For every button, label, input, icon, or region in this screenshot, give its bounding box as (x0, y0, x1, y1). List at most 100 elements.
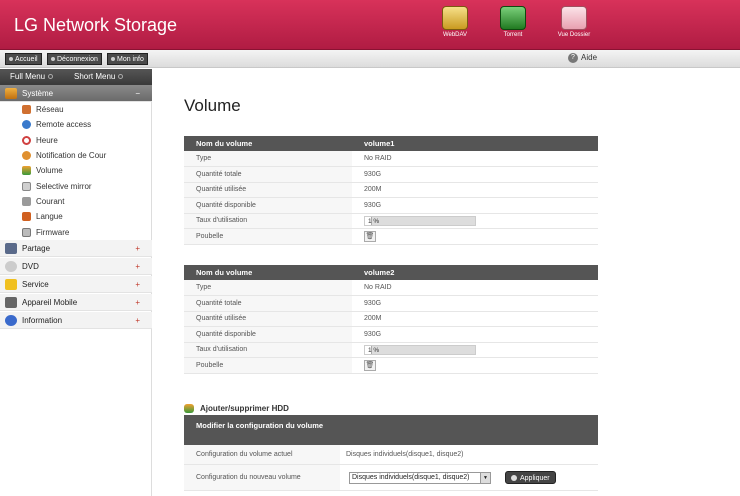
row-value: 200M (352, 182, 598, 198)
sidebar-category-label: Service (22, 280, 49, 289)
radio-icon (48, 74, 54, 80)
volume-name: volume2 (352, 265, 598, 280)
sidebar-item-heure[interactable]: Heure (20, 133, 58, 148)
config-header: Modifier la configuration du volume (184, 415, 598, 445)
chevron-down-icon: ▼ (480, 473, 490, 483)
volume-table-2: Nom du volume volume2 Type No RAID Quantit… (184, 265, 598, 374)
globe-icon (22, 120, 31, 129)
sidebar-category-systeme[interactable]: Système − (0, 85, 152, 102)
app-header: LG Network Storage WebDAV Torrent Vue Do… (0, 0, 740, 50)
sidebar-category-label: Appareil Mobile (22, 298, 78, 307)
webdav-shortcut[interactable]: WebDAV (430, 6, 480, 38)
row-value: No RAID (352, 280, 598, 296)
volume-icon (184, 404, 194, 414)
tab-full-menu-label: Full Menu (10, 72, 46, 81)
language-icon (22, 212, 31, 221)
help-label: Aide (581, 53, 598, 63)
expand-icon: + (135, 316, 140, 325)
column-header: Nom du volume (184, 136, 352, 151)
sidebar-item-langue[interactable]: Langue (20, 209, 63, 224)
bullet-icon (9, 57, 13, 62)
usage-label: Taux d'utilisation (184, 213, 352, 229)
menu-tabs: Full Menu Short Menu (0, 69, 152, 85)
sidebar-category-dvd[interactable]: DVD + (0, 258, 152, 275)
sidebar-category-service[interactable]: Service + (0, 276, 152, 293)
help-link[interactable]: ? Aide (568, 53, 597, 63)
home-button[interactable]: Accueil (5, 53, 42, 65)
row-value: 930G (352, 326, 598, 343)
trash-icon[interactable]: 🗑 (364, 359, 376, 371)
webdav-label: WebDAV (442, 32, 468, 38)
star-icon (5, 279, 17, 290)
trash-cell: 🗑 (352, 357, 598, 374)
expand-icon: + (135, 244, 140, 253)
expand-icon: + (135, 262, 140, 271)
sidebar-item-reseau[interactable]: Réseau (20, 102, 64, 117)
row-value: No RAID (352, 151, 598, 167)
new-config-label: Configuration du nouveau volume (184, 465, 340, 490)
firmware-icon (22, 228, 31, 237)
sidebar-item-volume[interactable]: Volume (20, 163, 63, 178)
help-icon: ? (568, 53, 578, 63)
sidebar-item-courant[interactable]: Courant (20, 194, 64, 209)
bullet-icon (511, 475, 517, 482)
sidebar-item-selective-mirror[interactable]: Selective mirror (20, 179, 92, 194)
trash-label: Poubelle (184, 228, 352, 245)
new-config-select[interactable]: Disques individuels(disque1, disque2) ▼ (349, 472, 491, 484)
sidebar-category-partage[interactable]: Partage + (0, 240, 152, 257)
sidebar-category-information[interactable]: Information + (0, 312, 152, 329)
apply-button[interactable]: Appliquer (505, 471, 556, 484)
usage-progress-bar: 1 % (364, 344, 476, 355)
clock-icon (22, 136, 31, 145)
row-label: Quantité disponible (184, 197, 352, 214)
my-info-label: Mon info (117, 56, 144, 63)
sidebar-category-label: Information (22, 316, 63, 325)
disc-icon (5, 261, 17, 272)
torrent-shortcut[interactable]: Torrent (488, 6, 538, 38)
page-title: Volume (184, 96, 241, 115)
system-icon (5, 88, 17, 99)
trash-icon[interactable]: 🗑 (364, 230, 376, 242)
usage-text: 1 % (368, 346, 380, 354)
logout-button[interactable]: Déconnexion (47, 53, 102, 65)
trash-label: Poubelle (184, 357, 352, 374)
tab-full-menu[interactable]: Full Menu (10, 72, 54, 81)
sidebar-item-label: Réseau (36, 105, 64, 114)
column-header: Nom du volume (184, 265, 352, 280)
torrent-label: Torrent (503, 32, 523, 38)
my-info-button[interactable]: Mon info (107, 53, 148, 65)
tab-short-menu[interactable]: Short Menu (74, 72, 124, 81)
sidebar-item-label: Langue (36, 212, 63, 221)
row-label: Quantité totale (184, 166, 352, 183)
row-value: 200M (352, 311, 598, 327)
folder-view-shortcut[interactable]: Vue Dossier (549, 6, 599, 38)
row-value: 930G (352, 166, 598, 183)
row-value: 930G (352, 197, 598, 214)
row-label: Quantité disponible (184, 326, 352, 343)
apply-label: Appliquer (520, 475, 550, 482)
trash-cell: 🗑 (352, 228, 598, 245)
sidebar-item-notification[interactable]: Notification de Cour (20, 148, 106, 163)
sidebar-item-label: Volume (36, 166, 63, 175)
hdd-section-title: Ajouter/supprimer HDD (184, 404, 289, 414)
sidebar-item-label: Heure (36, 136, 58, 145)
current-config-value: Disques individuels(disque1, disque2) (346, 451, 464, 458)
row-label: Quantité utilisée (184, 182, 352, 198)
bullet-icon (111, 57, 115, 62)
mirror-icon (22, 182, 31, 191)
sidebar: Système − Réseau Remote access Heure Not… (0, 85, 152, 496)
usage-text: 1 % (368, 217, 380, 225)
hdd-title-text: Ajouter/supprimer HDD (200, 404, 289, 413)
mobile-icon (5, 297, 17, 308)
logout-label: Déconnexion (57, 56, 98, 63)
sidebar-item-firmware[interactable]: Firmware (20, 225, 69, 240)
info-icon (5, 315, 17, 326)
sidebar-category-label: DVD (22, 262, 39, 271)
folder-view-label: Vue Dossier (557, 32, 591, 38)
sidebar-item-remote-access[interactable]: Remote access (20, 117, 91, 132)
row-label: Quantité utilisée (184, 311, 352, 327)
home-label: Accueil (15, 56, 38, 63)
current-config-label: Configuration du volume actuel (184, 445, 340, 464)
sidebar-item-label: Firmware (36, 228, 70, 237)
sidebar-category-appareil-mobile[interactable]: Appareil Mobile + (0, 294, 152, 311)
